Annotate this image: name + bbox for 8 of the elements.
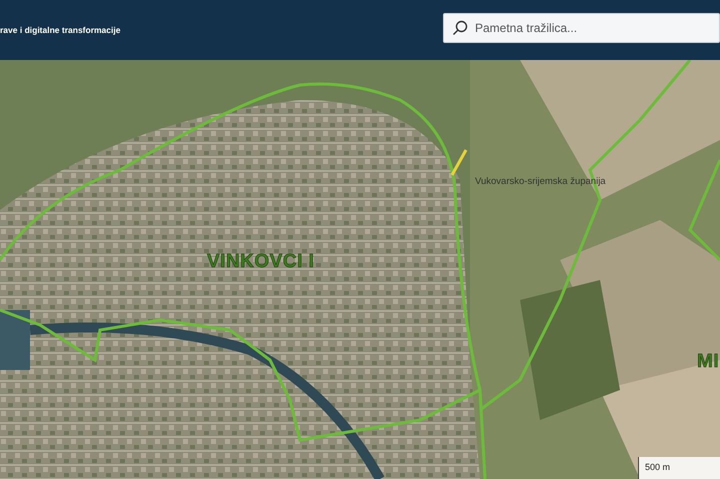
municipality-label: VINKOVCI I [207, 250, 314, 274]
header-title: rave i digitalne transformacije [0, 24, 120, 36]
county-label: Vukovarsko-srijemska županija [475, 175, 606, 189]
municipality-label: MI [697, 350, 720, 374]
search-field[interactable]: Pametna tražilica... [443, 13, 720, 43]
search-icon [452, 20, 468, 36]
scale-bar: 500 m [638, 457, 720, 479]
satellite-map-drawing[interactable] [0, 60, 720, 479]
